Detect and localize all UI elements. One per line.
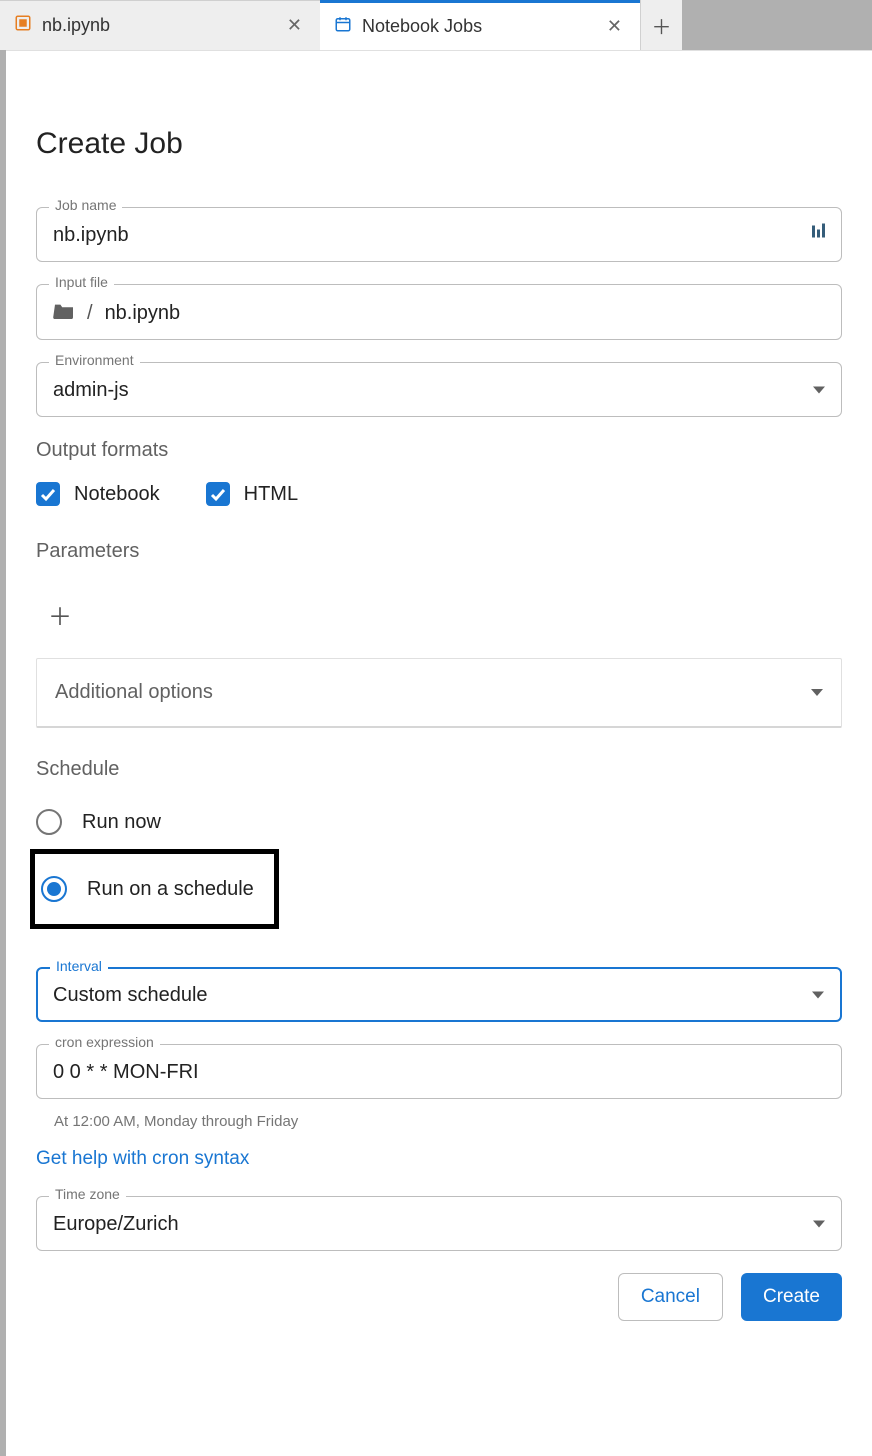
cron-helper-text: At 12:00 AM, Monday through Friday bbox=[54, 1113, 842, 1130]
tab-bar: nb.ipynb ✕ Notebook Jobs ✕ ＋ bbox=[0, 0, 872, 50]
tab-label: Notebook Jobs bbox=[362, 16, 482, 37]
add-parameter-button[interactable]: ＋ bbox=[48, 597, 72, 632]
chevron-down-icon bbox=[813, 386, 825, 393]
checkbox-html[interactable]: HTML bbox=[206, 482, 298, 506]
panel-title: Additional options bbox=[55, 681, 213, 704]
cron-expression-input[interactable] bbox=[53, 1061, 825, 1084]
field-label: Job name bbox=[49, 197, 122, 213]
radio-label: Run on a schedule bbox=[87, 878, 254, 901]
checkbox-icon bbox=[206, 482, 230, 506]
radio-run-schedule[interactable]: Run on a schedule bbox=[41, 868, 254, 910]
cron-syntax-help-link[interactable]: Get help with cron syntax bbox=[36, 1148, 249, 1170]
field-label: Time zone bbox=[49, 1186, 126, 1202]
checkbox-label: Notebook bbox=[74, 483, 160, 506]
interval-value: Custom schedule bbox=[53, 984, 208, 1007]
time-zone-field[interactable]: Time zone Europe/Zurich bbox=[36, 1196, 842, 1251]
radio-run-now[interactable]: Run now bbox=[36, 801, 842, 843]
tab-notebook-jobs[interactable]: Notebook Jobs ✕ bbox=[320, 0, 640, 50]
input-file-field[interactable]: Input file / nb.ipynb bbox=[36, 284, 842, 340]
input-file-value: nb.ipynb bbox=[105, 302, 181, 325]
chevron-down-icon bbox=[811, 689, 823, 696]
checkbox-label: HTML bbox=[244, 483, 298, 506]
radio-label: Run now bbox=[82, 811, 161, 834]
tab-label: nb.ipynb bbox=[42, 15, 110, 36]
calendar-icon bbox=[334, 15, 352, 38]
radio-icon bbox=[36, 809, 62, 835]
close-icon[interactable]: ✕ bbox=[603, 16, 626, 37]
field-label: Interval bbox=[50, 958, 108, 974]
highlight-box: Run on a schedule bbox=[30, 849, 279, 929]
cancel-button[interactable]: Cancel bbox=[618, 1273, 723, 1321]
page-title: Create Job bbox=[36, 127, 842, 161]
add-tab-button[interactable]: ＋ bbox=[640, 0, 682, 50]
tab-nb-ipynb[interactable]: nb.ipynb ✕ bbox=[0, 0, 320, 50]
field-label: cron expression bbox=[49, 1034, 160, 1050]
close-icon[interactable]: ✕ bbox=[283, 15, 306, 36]
additional-options-panel[interactable]: Additional options bbox=[36, 658, 842, 728]
time-zone-value: Europe/Zurich bbox=[53, 1213, 179, 1236]
notebook-file-icon bbox=[14, 14, 32, 37]
environment-value: admin-js bbox=[53, 379, 129, 402]
checkbox-notebook[interactable]: Notebook bbox=[36, 482, 160, 506]
job-name-input[interactable] bbox=[53, 224, 825, 247]
job-name-field[interactable]: Job name bbox=[36, 207, 842, 262]
radio-icon bbox=[41, 876, 67, 902]
output-formats-label: Output formats bbox=[36, 439, 842, 462]
schedule-label: Schedule bbox=[36, 758, 842, 781]
cron-expression-field[interactable]: cron expression bbox=[36, 1044, 842, 1099]
folder-icon bbox=[53, 301, 75, 325]
field-label: Input file bbox=[49, 274, 114, 290]
field-label: Environment bbox=[49, 352, 140, 368]
environment-field[interactable]: Environment admin-js bbox=[36, 362, 842, 417]
adjust-icon[interactable] bbox=[811, 223, 827, 246]
parameters-label: Parameters bbox=[36, 540, 842, 563]
interval-field[interactable]: Interval Custom schedule bbox=[36, 967, 842, 1022]
checkbox-icon bbox=[36, 482, 60, 506]
path-separator: / bbox=[87, 302, 93, 325]
chevron-down-icon bbox=[813, 1220, 825, 1227]
create-button[interactable]: Create bbox=[741, 1273, 842, 1321]
chevron-down-icon bbox=[812, 991, 824, 998]
